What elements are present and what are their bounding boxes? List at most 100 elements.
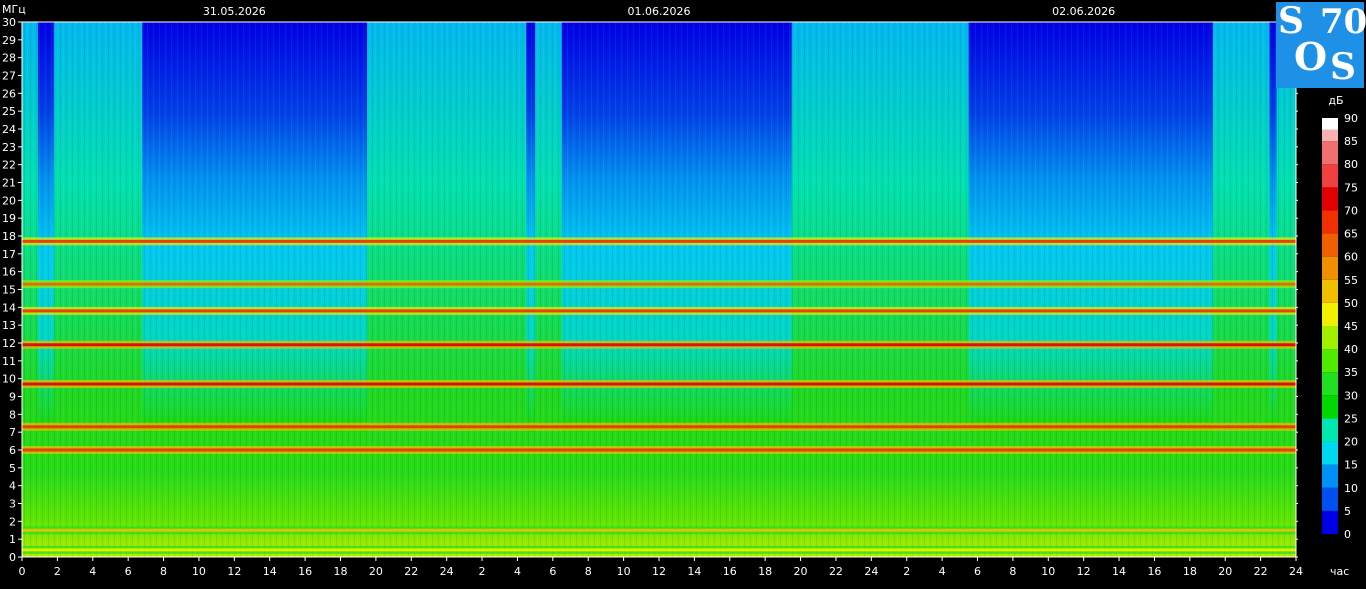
x-tick-label: 16 xyxy=(723,565,737,578)
band-line xyxy=(22,448,1296,452)
y-tick-label: 20 xyxy=(2,194,16,207)
y-tick-label: 28 xyxy=(2,52,16,65)
x-tick-label: 22 xyxy=(404,565,418,578)
colorbar-segment xyxy=(1322,441,1338,465)
spectrogram-chart: 0123456789101112131415161718192021222324… xyxy=(2,3,1358,578)
x-tick-label: 14 xyxy=(263,565,277,578)
x-tick-label: 16 xyxy=(298,565,312,578)
x-tick-label: 10 xyxy=(192,565,206,578)
colorbar-label: 35 xyxy=(1344,366,1358,379)
x-tick-label: 8 xyxy=(160,565,167,578)
x-tick-label: 8 xyxy=(585,565,592,578)
y-tick-label: 13 xyxy=(2,319,16,332)
y-tick-label: 22 xyxy=(2,159,16,172)
x-tick-label: 20 xyxy=(794,565,808,578)
x-tick-label: 6 xyxy=(125,565,132,578)
colorbar-segment xyxy=(1322,141,1338,165)
y-tick-label: 11 xyxy=(2,355,16,368)
colorbar-segment xyxy=(1322,418,1338,442)
y-tick-label: 25 xyxy=(2,105,16,118)
x-tick-label: 10 xyxy=(617,565,631,578)
y-tick-label: 12 xyxy=(2,337,16,350)
band-line xyxy=(22,309,1296,313)
colorbar-label: 15 xyxy=(1344,459,1358,472)
y-tick-label: 9 xyxy=(9,391,16,404)
y-tick-label: 6 xyxy=(9,444,16,457)
x-tick-label: 18 xyxy=(758,565,772,578)
colorbar-segment xyxy=(1322,326,1338,350)
y-tick-label: 24 xyxy=(2,123,16,136)
x-tick-label: 4 xyxy=(89,565,96,578)
colorbar-segment xyxy=(1322,187,1338,211)
spectrogram-plot-area xyxy=(22,22,1296,557)
colorbar-segment xyxy=(1322,118,1338,130)
y-tick-label: 16 xyxy=(2,266,16,279)
x-tick-label: 20 xyxy=(1218,565,1232,578)
colorbar-segment xyxy=(1322,302,1338,326)
x-tick-label: 24 xyxy=(1289,565,1303,578)
y-tick-label: 8 xyxy=(9,408,16,421)
x-tick-label: 2 xyxy=(54,565,61,578)
date-label: 02.06.2026 xyxy=(1052,5,1115,18)
x-tick-label: 24 xyxy=(864,565,878,578)
x-axis-label: час xyxy=(1330,565,1349,578)
colorbar-label: 10 xyxy=(1344,482,1358,495)
y-tick-label: 29 xyxy=(2,34,16,47)
y-tick-label: 18 xyxy=(2,230,16,243)
y-tick-label: 2 xyxy=(9,515,16,528)
colorbar: 0 5 10 15 20 25 30 35 40 45 50 55 60 65 70 75 80 85 90дБ xyxy=(1322,94,1358,541)
x-tick-label: 10 xyxy=(1041,565,1055,578)
date-label: 01.06.2026 xyxy=(628,5,691,18)
y-tick-label: 21 xyxy=(2,177,16,190)
x-tick-label: 0 xyxy=(19,565,26,578)
y-tick-label: 4 xyxy=(9,480,16,493)
colorbar-segment xyxy=(1322,349,1338,373)
x-tick-label: 2 xyxy=(903,565,910,578)
y-tick-label: 3 xyxy=(9,498,16,511)
x-tick-label: 4 xyxy=(939,565,946,578)
colorbar-label: 90 xyxy=(1344,112,1358,125)
y-tick-label: 23 xyxy=(2,141,16,154)
y-tick-label: 30 xyxy=(2,16,16,29)
colorbar-label: 30 xyxy=(1344,389,1358,402)
x-tick-label: 12 xyxy=(227,565,241,578)
date-label: 31.05.2026 xyxy=(203,5,266,18)
y-tick-label: 17 xyxy=(2,248,16,261)
colorbar-label: 70 xyxy=(1344,204,1358,217)
colorbar-segment xyxy=(1322,279,1338,303)
x-tick-label: 12 xyxy=(1077,565,1091,578)
colorbar-label: 55 xyxy=(1344,274,1358,287)
x-tick-label: 20 xyxy=(369,565,383,578)
x-tick-label: 18 xyxy=(1183,565,1197,578)
colorbar-label: 50 xyxy=(1344,297,1358,310)
colorbar-segment xyxy=(1322,464,1338,488)
x-tick-label: 14 xyxy=(1112,565,1126,578)
colorbar-label: 0 xyxy=(1344,528,1351,541)
colorbar-segment xyxy=(1322,395,1338,419)
y-axis-label: МГц xyxy=(2,3,26,16)
band-line xyxy=(22,343,1296,347)
colorbar-unit: дБ xyxy=(1328,94,1343,107)
colorbar-segment xyxy=(1322,487,1338,511)
y-tick-label: 0 xyxy=(9,551,16,564)
colorbar-label: 5 xyxy=(1344,505,1351,518)
colorbar-label: 80 xyxy=(1344,158,1358,171)
y-tick-label: 1 xyxy=(9,533,16,546)
colorbar-label: 40 xyxy=(1344,343,1358,356)
y-tick-label: 15 xyxy=(2,284,16,297)
band-line xyxy=(22,548,1296,552)
x-tick-label: 6 xyxy=(549,565,556,578)
colorbar-label: 20 xyxy=(1344,436,1358,449)
x-tick-label: 2 xyxy=(479,565,486,578)
y-tick-label: 26 xyxy=(2,87,16,100)
colorbar-segment xyxy=(1322,210,1338,234)
band-line xyxy=(22,382,1296,386)
sos70-logo: S 70 O S xyxy=(1276,0,1366,88)
band-line xyxy=(22,282,1296,286)
band-line xyxy=(22,528,1296,532)
colorbar-segment xyxy=(1322,164,1338,188)
logo-letter-o: O xyxy=(1294,34,1328,79)
y-tick-label: 10 xyxy=(2,373,16,386)
y-tick-label: 19 xyxy=(2,212,16,225)
colorbar-segment xyxy=(1322,256,1338,280)
